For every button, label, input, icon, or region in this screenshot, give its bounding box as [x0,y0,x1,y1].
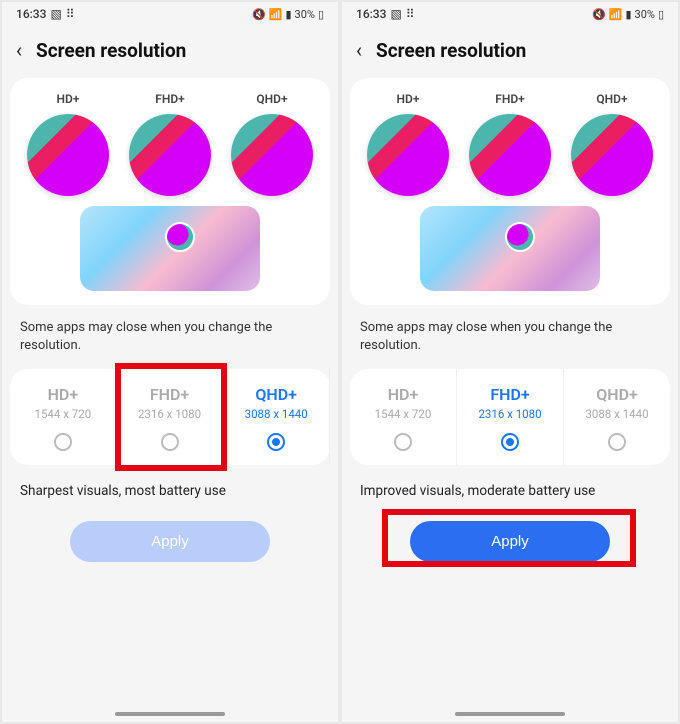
radio-icon [267,433,285,451]
option-qhd[interactable]: QHD+ 3088 x 1440 [223,369,330,465]
preview-circle-icon [27,114,109,196]
preview-fhd: FHD+ [122,92,218,196]
option-fhd[interactable]: FHD+ 2316 x 1080 [117,369,224,465]
preview-fhd: FHD+ [462,92,558,196]
page-title: Screen resolution [376,39,526,62]
signal-icon: ▮ [285,9,291,20]
apps-icon: ⠿ [406,8,415,20]
preview-circle-icon [571,114,653,196]
preview-circle-icon [129,114,211,196]
option-hd[interactable]: HD+ 1544 x 720 [350,369,457,465]
option-fhd[interactable]: FHD+ 2316 x 1080 [457,369,564,465]
back-icon[interactable]: ‹ [356,38,362,62]
preview-qhd: QHD+ [224,92,320,196]
header: ‹ Screen resolution [342,26,678,78]
resolution-note: Some apps may close when you change the … [342,305,678,365]
resolution-description: Improved visuals, moderate battery use [342,465,678,507]
screen-right: 16:33 ▧ ⠿ 🔇 📶 ▮ 30% ▯ ‹ Screen resolutio… [342,2,678,722]
resolution-options: HD+ 1544 x 720 FHD+ 2316 x 1080 QHD+ 308… [10,369,330,465]
zoom-preview [420,206,600,291]
battery-icon: ▯ [318,9,324,20]
radio-icon [54,433,72,451]
apply-wrap: Apply [2,507,338,570]
wifi-icon: 📶 [609,9,623,20]
nav-handle[interactable] [455,712,565,716]
preview-qhd: QHD+ [564,92,660,196]
preview-card: HD+ FHD+ QHD+ [10,78,330,305]
back-icon[interactable]: ‹ [16,38,22,62]
apps-icon: ⠿ [66,8,75,20]
signal-icon: ▮ [625,9,631,20]
preview-hd: HD+ [360,92,456,196]
option-qhd[interactable]: QHD+ 3088 x 1440 [564,369,670,465]
header: ‹ Screen resolution [2,26,338,78]
battery-pct: 30% [635,8,655,21]
zoom-preview [80,206,260,291]
mute-icon: 🔇 [592,9,606,20]
resolution-description: Sharpest visuals, most battery use [2,465,338,507]
radio-icon [394,433,412,451]
resolution-options: HD+ 1544 x 720 FHD+ 2316 x 1080 QHD+ 308… [350,369,670,465]
radio-icon [501,433,519,451]
resolution-note: Some apps may close when you change the … [2,305,338,365]
preview-hd: HD+ [20,92,116,196]
screen-left: 16:33 ▧ ⠿ 🔇 📶 ▮ 30% ▯ ‹ Screen resolutio… [2,2,338,722]
mute-icon: 🔇 [252,9,266,20]
apply-button[interactable]: Apply [70,521,270,562]
battery-pct: 30% [295,8,315,21]
option-hd[interactable]: HD+ 1544 x 720 [10,369,117,465]
wifi-icon: 📶 [269,9,283,20]
preview-circle-icon [469,114,551,196]
gallery-icon: ▧ [50,8,61,20]
preview-circle-icon [231,114,313,196]
page-title: Screen resolution [36,39,186,62]
preview-card: HD+ FHD+ QHD+ [350,78,670,305]
apply-button[interactable]: Apply [410,521,610,562]
battery-icon: ▯ [658,9,664,20]
radio-icon [608,433,626,451]
status-bar: 16:33 ▧ ⠿ 🔇 📶 ▮ 30% ▯ [342,2,678,26]
status-bar: 16:33 ▧ ⠿ 🔇 📶 ▮ 30% ▯ [2,2,338,26]
gallery-icon: ▧ [390,8,401,20]
preview-circle-icon [367,114,449,196]
apply-wrap: Apply [342,507,678,570]
status-time: 16:33 [16,7,46,21]
radio-icon [161,433,179,451]
nav-handle[interactable] [115,712,225,716]
status-time: 16:33 [356,7,386,21]
